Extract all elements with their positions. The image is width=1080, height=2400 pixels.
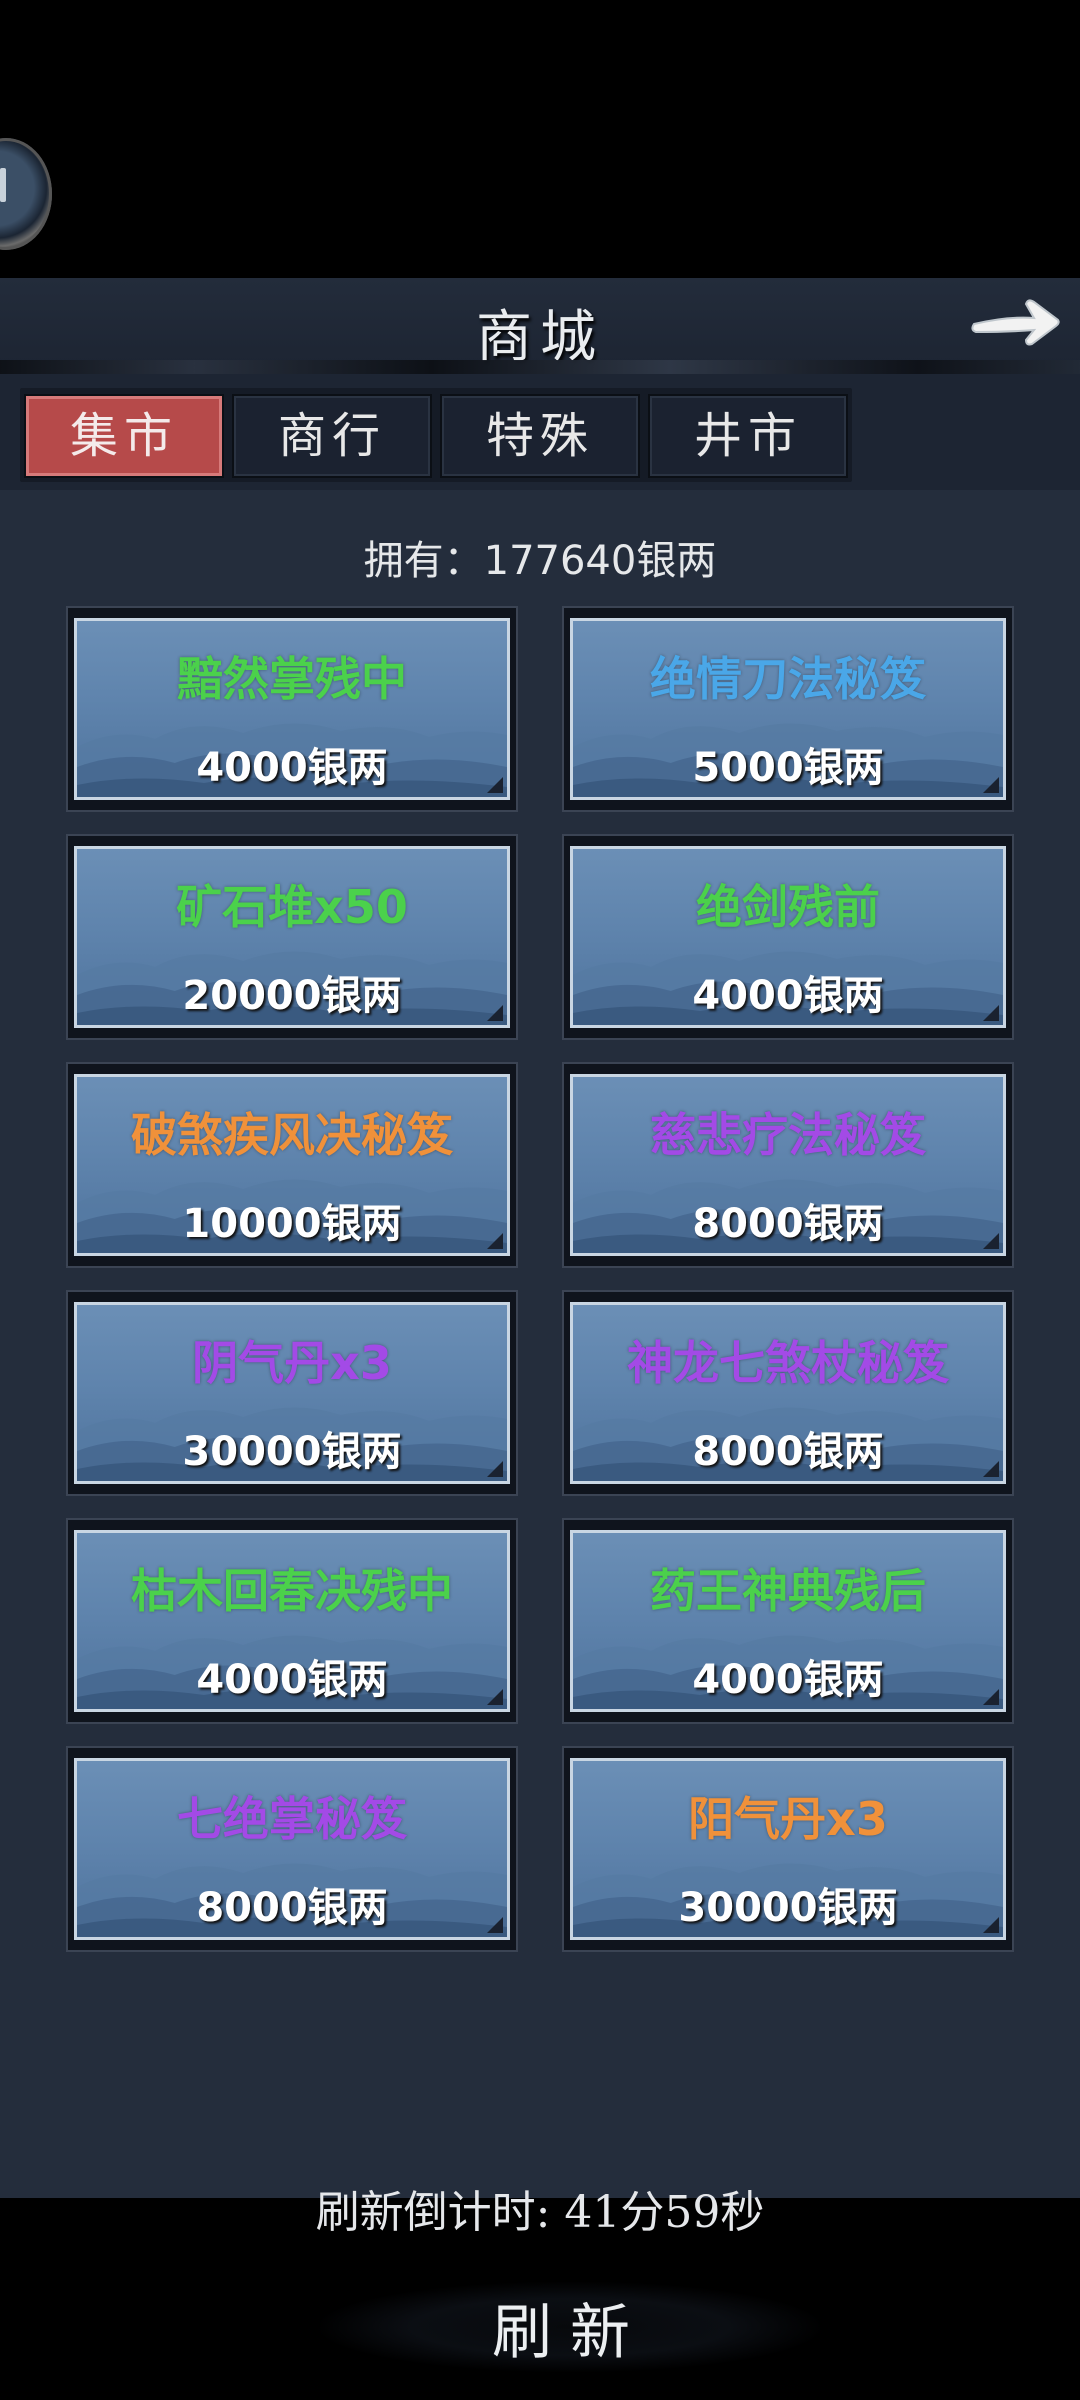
tab-bar: 集市 商行 特殊 井市 bbox=[20, 388, 852, 482]
item-price: 10000银两 bbox=[182, 1201, 402, 1247]
item-price: 30000银两 bbox=[182, 1429, 402, 1475]
item-card-face: 矿石堆x50 20000银两 bbox=[74, 846, 510, 1028]
item-name: 黯然掌残中 bbox=[177, 652, 407, 706]
refresh-button-label: 刷新 bbox=[492, 2298, 648, 2368]
card-corner-fold bbox=[487, 1689, 503, 1705]
card-corner-fold bbox=[983, 777, 999, 793]
item-price: 4000银两 bbox=[196, 745, 388, 791]
item-name: 矿石堆x50 bbox=[176, 880, 408, 934]
shop-panel: 商城 集市 商行 特殊 井市 拥有：177640银两 黯然掌残中 4000银两 绝情… bbox=[0, 278, 1080, 2372]
item-name: 阳气丹x3 bbox=[688, 1792, 888, 1846]
tab-market[interactable]: 集市 bbox=[24, 394, 224, 478]
item-price: 4000银两 bbox=[692, 1657, 884, 1703]
item-name: 绝剑残前 bbox=[696, 880, 880, 934]
shop-item-card[interactable]: 慈悲疗法秘笈 8000银两 bbox=[562, 1062, 1014, 1268]
item-price: 4000银两 bbox=[196, 1657, 388, 1703]
item-price: 4000银两 bbox=[692, 973, 884, 1019]
item-card-face: 七绝掌秘笈 8000银两 bbox=[74, 1758, 510, 1940]
card-corner-fold bbox=[983, 1689, 999, 1705]
item-card-face: 黯然掌残中 4000银两 bbox=[74, 618, 510, 800]
refresh-countdown: 刷新倒计时: 41分59秒 bbox=[315, 2187, 765, 2238]
card-corner-fold bbox=[983, 1461, 999, 1477]
refresh-button[interactable]: 刷新 bbox=[320, 2264, 820, 2388]
item-name: 破煞疾风决秘笈 bbox=[131, 1108, 453, 1162]
tab-merchant[interactable]: 商行 bbox=[232, 394, 432, 478]
shop-item-card[interactable]: 绝情刀法秘笈 5000银两 bbox=[562, 606, 1014, 812]
item-name: 枯木回春决残中 bbox=[131, 1564, 453, 1618]
shop-item-card[interactable]: 枯木回春决残中 4000银两 bbox=[66, 1518, 518, 1724]
item-card-face: 药王神典残后 4000银两 bbox=[570, 1530, 1006, 1712]
item-card-face: 阳气丹x3 30000银两 bbox=[570, 1758, 1006, 1940]
card-corner-fold bbox=[487, 1461, 503, 1477]
shop-item-card[interactable]: 矿石堆x50 20000银两 bbox=[66, 834, 518, 1040]
item-price: 8000银两 bbox=[196, 1885, 388, 1931]
item-price: 20000银两 bbox=[182, 973, 402, 1019]
tab-special[interactable]: 特殊 bbox=[440, 394, 640, 478]
item-card-face: 枯木回春决残中 4000银两 bbox=[74, 1530, 510, 1712]
card-corner-fold bbox=[983, 1917, 999, 1933]
card-corner-fold bbox=[487, 777, 503, 793]
item-name: 阴气丹x3 bbox=[192, 1336, 392, 1390]
item-price: 8000银两 bbox=[692, 1201, 884, 1247]
item-name: 绝情刀法秘笈 bbox=[650, 652, 926, 706]
card-corner-fold bbox=[487, 1005, 503, 1021]
card-corner-fold bbox=[983, 1005, 999, 1021]
item-name: 慈悲疗法秘笈 bbox=[650, 1108, 926, 1162]
item-price: 5000银两 bbox=[692, 745, 884, 791]
right-arrow-icon[interactable] bbox=[968, 290, 1064, 352]
item-card-face: 绝情刀法秘笈 5000银两 bbox=[570, 618, 1006, 800]
shop-item-card[interactable]: 破煞疾风决秘笈 10000银两 bbox=[66, 1062, 518, 1268]
item-card-face: 破煞疾风决秘笈 10000银两 bbox=[74, 1074, 510, 1256]
avatar[interactable] bbox=[0, 138, 52, 250]
tab-well-market[interactable]: 井市 bbox=[648, 394, 848, 478]
card-corner-fold bbox=[487, 1233, 503, 1249]
item-card-face: 神龙七煞杖秘笈 8000银两 bbox=[570, 1302, 1006, 1484]
item-name: 药王神典残后 bbox=[650, 1564, 926, 1618]
shop-header: 商城 bbox=[0, 278, 1080, 370]
shop-item-card[interactable]: 神龙七煞杖秘笈 8000银两 bbox=[562, 1290, 1014, 1496]
owned-silver: 拥有：177640银两 bbox=[363, 538, 717, 584]
card-corner-fold bbox=[983, 1233, 999, 1249]
shop-item-card[interactable]: 药王神典残后 4000银两 bbox=[562, 1518, 1014, 1724]
item-name: 七绝掌秘笈 bbox=[177, 1792, 407, 1846]
item-name: 神龙七煞杖秘笈 bbox=[627, 1336, 949, 1390]
shop-item-card[interactable]: 绝剑残前 4000银两 bbox=[562, 834, 1014, 1040]
shop-item-card[interactable]: 黯然掌残中 4000银两 bbox=[66, 606, 518, 812]
shop-item-card[interactable]: 阳气丹x3 30000银两 bbox=[562, 1746, 1014, 1952]
card-corner-fold bbox=[487, 1917, 503, 1933]
item-card-face: 慈悲疗法秘笈 8000银两 bbox=[570, 1074, 1006, 1256]
shop-item-card[interactable]: 阴气丹x3 30000银两 bbox=[66, 1290, 518, 1496]
item-card-face: 阴气丹x3 30000银两 bbox=[74, 1302, 510, 1484]
shop-content: 拥有：177640银两 黯然掌残中 4000银两 绝情刀法秘笈 5000银两矿石堆x5… bbox=[0, 490, 1080, 2372]
item-price: 30000银两 bbox=[678, 1885, 898, 1931]
item-card-face: 绝剑残前 4000银两 bbox=[570, 846, 1006, 1028]
item-price: 8000银两 bbox=[692, 1429, 884, 1475]
avatar-marker bbox=[0, 168, 6, 202]
shop-item-card[interactable]: 七绝掌秘笈 8000银两 bbox=[66, 1746, 518, 1952]
ink-divider bbox=[0, 360, 1080, 374]
